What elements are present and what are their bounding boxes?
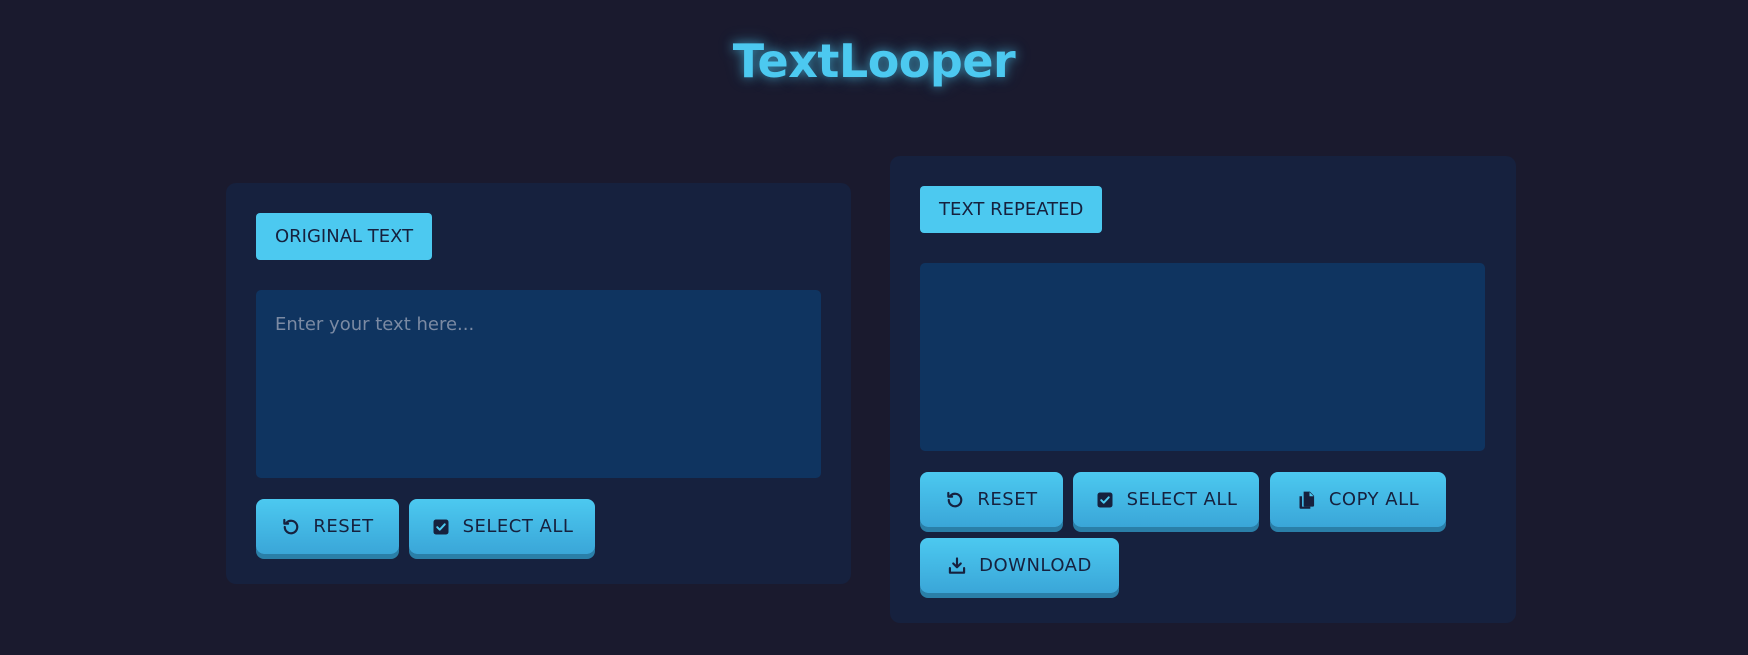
repeated-select-all-button[interactable]: SELECT ALL <box>1073 472 1259 527</box>
repeated-text-label: TEXT REPEATED <box>920 186 1103 233</box>
download-label: DOWNLOAD <box>979 555 1092 576</box>
app-title: TextLooper <box>732 34 1016 88</box>
repeated-reset-label: RESET <box>977 489 1038 510</box>
download-icon <box>947 556 967 576</box>
copy-all-label: COPY ALL <box>1328 489 1420 510</box>
repeated-text-panel: TEXT REPEATED RESET SELECT ALL COPY ALL … <box>890 156 1516 623</box>
repeated-text-output[interactable] <box>920 263 1485 451</box>
original-select-all-label: SELECT ALL <box>462 516 574 537</box>
original-text-label: ORIGINAL TEXT <box>256 213 433 260</box>
checkbox-icon <box>1095 490 1115 510</box>
copy-all-button[interactable]: COPY ALL <box>1270 472 1446 527</box>
undo-icon <box>281 517 301 537</box>
original-select-all-button[interactable]: SELECT ALL <box>409 499 595 554</box>
original-reset-button[interactable]: RESET <box>256 499 399 554</box>
copy-icon <box>1297 490 1317 510</box>
original-text-panel: ORIGINAL TEXT RESET SELECT ALL <box>226 183 851 584</box>
repeated-select-all-label: SELECT ALL <box>1126 489 1238 510</box>
undo-icon <box>945 490 965 510</box>
download-button[interactable]: DOWNLOAD <box>920 538 1119 593</box>
repeated-reset-button[interactable]: RESET <box>920 472 1063 527</box>
checkbox-icon <box>431 517 451 537</box>
original-text-input[interactable] <box>256 290 821 478</box>
original-reset-label: RESET <box>313 516 374 537</box>
